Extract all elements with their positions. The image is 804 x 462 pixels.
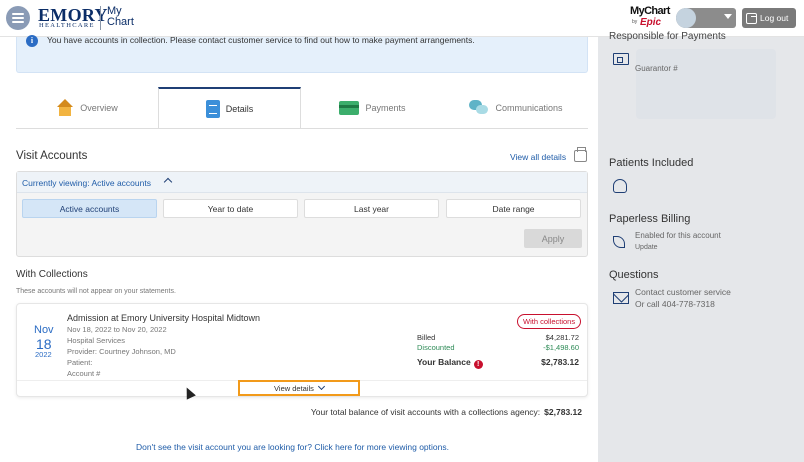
patients-icon <box>613 179 627 193</box>
tab-divider <box>16 128 588 129</box>
chevron-down-icon <box>317 382 325 391</box>
tab-label: Overview <box>80 103 118 113</box>
visit-title: Admission at Emory University Hospital M… <box>67 313 261 323</box>
printer-icon[interactable] <box>574 147 587 162</box>
visit-date-year: 2022 <box>35 350 52 359</box>
tab-label: Details <box>225 104 254 114</box>
discounted-label: Discounted <box>417 343 455 352</box>
document-icon <box>205 100 220 118</box>
tab-payments[interactable]: Payments <box>301 87 444 129</box>
balance-label-text: Your Balance <box>417 357 471 367</box>
epic-mychart-text: MyChart <box>630 5 670 17</box>
filter-last-year[interactable]: Last year <box>304 199 439 218</box>
tab-label: Communications <box>495 103 563 113</box>
leaf-icon <box>613 236 625 248</box>
collections-badge: With collections <box>517 314 582 329</box>
mychart-app-name: My Chart <box>107 6 134 28</box>
mychart-epic-logo: MyChart by Epic <box>630 5 674 31</box>
tab-communications[interactable]: Communications <box>444 87 588 129</box>
app-name-line-2: Chart <box>107 16 134 28</box>
filter-date-range[interactable]: Date range <box>446 199 581 218</box>
apply-button[interactable]: Apply <box>524 229 582 248</box>
logout-label: Log out <box>760 13 789 23</box>
visit-date-month: Nov <box>34 324 54 336</box>
currently-viewing-label: Currently viewing: Active accounts <box>22 178 151 188</box>
visit-account-card: Nov 18 2022 Admission at Emory Universit… <box>16 303 588 397</box>
alert-text: You have accounts in collection. Please … <box>47 35 475 45</box>
account-filter-panel: Currently viewing: Active accounts Activ… <box>16 171 588 257</box>
collections-alert: i You have accounts in collection. Pleas… <box>16 35 588 73</box>
discounted-value: -$1,498.60 <box>543 343 579 352</box>
questions-title: Questions <box>609 269 659 281</box>
visit-service: Hospital Services <box>67 336 125 345</box>
mail-icon <box>613 292 629 304</box>
with-collections-title: With Collections <box>16 269 88 280</box>
credit-card-icon <box>339 101 360 115</box>
account-menu[interactable] <box>676 8 736 28</box>
filter-year-to-date[interactable]: Year to date <box>163 199 298 218</box>
side-panel: Responsible for Payments Guarantor # Pat… <box>598 31 804 462</box>
main-content: i You have accounts in collection. Pleas… <box>0 35 598 462</box>
balance-value: $2,783.12 <box>541 357 579 367</box>
epic-by-text: by <box>632 19 638 25</box>
tab-label: Payments <box>365 103 406 113</box>
paperless-status: Enabled for this account <box>635 231 721 240</box>
guarantor-label: Guarantor # <box>635 64 678 73</box>
patients-included-title: Patients Included <box>609 157 694 169</box>
logo-divider <box>100 6 101 30</box>
filter-active-accounts[interactable]: Active accounts <box>22 199 157 218</box>
responsible-title: Responsible for Payments <box>609 31 726 42</box>
logout-button[interactable]: Log out <box>742 8 796 28</box>
menu-icon[interactable] <box>6 6 30 30</box>
billing-tabs: Overview Details Payments Communications <box>16 87 588 129</box>
caret-down-icon <box>724 14 732 19</box>
billed-value: $4,281.72 <box>545 333 579 342</box>
view-all-details-link[interactable]: View all details <box>510 152 566 162</box>
paperless-billing-title: Paperless Billing <box>609 213 691 225</box>
tab-details[interactable]: Details <box>158 87 301 129</box>
info-icon: i <box>26 35 38 47</box>
paperless-update-link[interactable]: Update <box>635 244 658 251</box>
visit-patient: Patient: <box>67 358 93 367</box>
redacted-area <box>636 49 776 119</box>
total-value: $2,783.12 <box>544 407 582 417</box>
view-details-label: View details <box>274 383 314 393</box>
with-collections-note: These accounts will not appear on your s… <box>16 288 176 295</box>
chat-icon <box>469 100 489 116</box>
billed-label: Billed <box>417 333 436 342</box>
chevron-up-icon <box>163 177 173 187</box>
more-viewing-options-link[interactable]: Don't see the visit account you are look… <box>136 442 449 452</box>
warning-icon[interactable]: ! <box>473 360 483 369</box>
call-text: Or call 404-778-7318 <box>635 299 715 309</box>
emory-logo-sub: HEALTHCARE <box>39 22 95 29</box>
visit-accounts-title: Visit Accounts <box>16 150 88 162</box>
house-icon <box>56 99 74 117</box>
balance-label: Your Balance! <box>417 357 483 369</box>
visit-date-range: Nov 18, 2022 to Nov 20, 2022 <box>67 325 167 334</box>
id-card-icon <box>613 53 629 65</box>
visit-provider: Provider: Courtney Johnson, MD <box>67 347 176 356</box>
avatar <box>676 8 696 28</box>
contact-customer-service-link[interactable]: Contact customer service <box>635 287 731 297</box>
epic-logo-text: Epic <box>640 17 662 28</box>
visit-account-number: Account # <box>67 369 101 378</box>
tab-overview[interactable]: Overview <box>16 87 158 129</box>
logout-icon <box>746 12 757 24</box>
view-details-button[interactable]: View details <box>238 380 360 396</box>
filter-toggle[interactable]: Currently viewing: Active accounts <box>17 172 587 193</box>
total-text: Your total balance of visit accounts wit… <box>310 407 541 417</box>
collections-total: Your total balance of visit accounts wit… <box>311 407 582 417</box>
